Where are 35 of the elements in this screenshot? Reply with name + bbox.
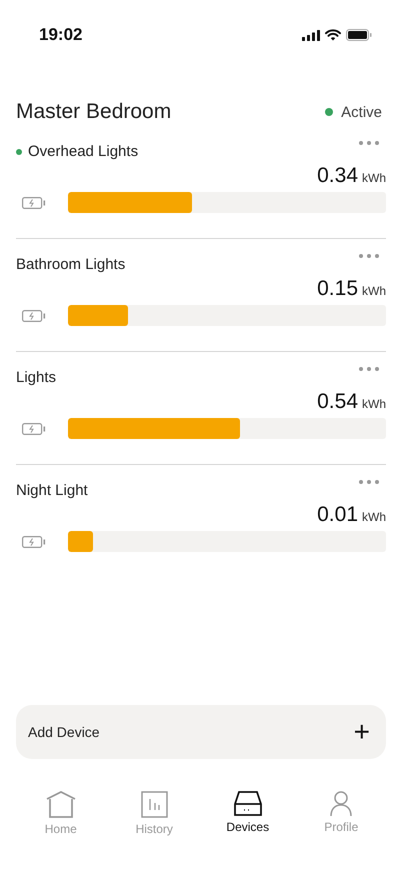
room-title: Master Bedroom [16, 100, 172, 124]
battery-icon [346, 29, 372, 41]
energy-unit: kWh [362, 510, 386, 524]
device-name: Lights [16, 369, 56, 386]
room-status: Active [341, 104, 382, 120]
energy-unit: kWh [362, 171, 386, 185]
add-device-button[interactable]: Add Device + [16, 705, 386, 759]
device-name: Bathroom Lights [16, 256, 126, 273]
device-name: Overhead Lights [28, 143, 138, 160]
more-icon[interactable] [358, 140, 380, 146]
more-icon[interactable] [358, 253, 380, 259]
energy-unit: kWh [362, 284, 386, 298]
battery-charging-icon [22, 536, 46, 548]
tab[interactable]: Home [26, 791, 96, 836]
house-icon [46, 791, 76, 818]
energy-value: 0.15 [317, 277, 358, 301]
more-icon[interactable] [358, 366, 380, 372]
energy-unit: kWh [362, 397, 386, 411]
signal-icon [302, 30, 320, 40]
chart-icon [140, 791, 168, 818]
device-name: Night Light [16, 482, 88, 499]
status-time: 19:02 [39, 25, 82, 45]
wifi-icon [325, 29, 341, 41]
more-icon[interactable] [358, 479, 380, 485]
tab[interactable]: Profile [306, 791, 376, 836]
person-icon [330, 791, 352, 816]
battery-charging-icon [22, 196, 46, 208]
drive-icon [234, 791, 262, 816]
energy-value: 0.34 [317, 164, 358, 188]
energy-value: 0.01 [317, 503, 358, 527]
energy-value: 0.54 [317, 390, 358, 414]
tab[interactable]: Devices [212, 791, 283, 836]
battery-charging-icon [22, 422, 46, 434]
battery-charging-icon [22, 310, 46, 322]
tab[interactable]: History [119, 791, 190, 836]
